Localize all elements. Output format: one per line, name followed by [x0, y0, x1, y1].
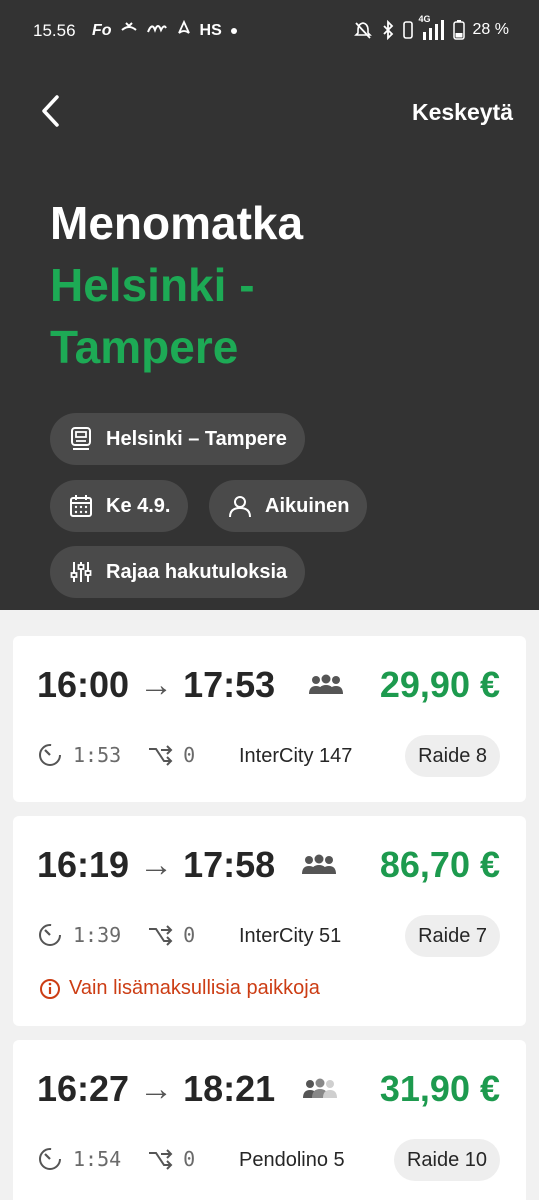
occupancy-icon [308, 674, 344, 701]
date-chip-label: Ke 4.9. [106, 494, 171, 517]
me-app-icon [146, 20, 168, 41]
departure-time: 16:19 [37, 844, 130, 885]
train-icon [68, 426, 94, 452]
result-times: 16:00 → 17:53 [37, 664, 275, 706]
duration-icon [37, 922, 63, 948]
passenger-chip[interactable]: Aikuinen [209, 480, 368, 532]
seat-warning: Vain lisämaksullisia paikkoja [39, 977, 320, 1000]
transfers-icon [147, 1148, 173, 1170]
result-card[interactable]: 16:00 → 17:53 29,90 € 1:53 0 InterCity 1… [13, 636, 526, 802]
info-icon [39, 978, 61, 1000]
arrival-time: 17:58 [183, 844, 276, 885]
price: 86,70 € [379, 844, 500, 885]
departure-time: 16:27 [37, 1068, 130, 1109]
transfers-count: 0 [183, 743, 196, 767]
dot-icon [230, 22, 238, 40]
occupancy-icon [301, 854, 337, 881]
arrow-right-icon: → [139, 1069, 174, 1108]
train-name: InterCity 147 [239, 745, 353, 767]
duration: 1:39 [73, 923, 122, 947]
refine-results-label: Rajaa hakutuloksia [106, 560, 288, 583]
airbnb-icon [176, 19, 192, 41]
result-card[interactable]: 16:27 → 18:21 31,90 € 1:54 0 Pendolino 5… [13, 1040, 526, 1200]
status-system-icons: 4G 28 % [353, 14, 509, 40]
status-notification-icons: Fo HS [92, 19, 238, 41]
bluetooth-icon [381, 20, 395, 40]
passenger-chip-label: Aikuinen [265, 494, 350, 517]
track-badge: Raide 7 [405, 915, 500, 957]
signal-icon: 4G [419, 14, 445, 40]
arrival-time: 18:21 [183, 1068, 276, 1109]
duration: 1:53 [73, 743, 122, 767]
vibrate-icon [402, 21, 413, 39]
arrow-right-icon: → [139, 845, 174, 884]
seat-warning-text: Vain lisämaksullisia paikkoja [69, 977, 320, 999]
duration: 1:54 [73, 1147, 122, 1171]
cancel-button[interactable]: Keskeytä [412, 99, 513, 126]
duration-icon [37, 1146, 63, 1172]
occupancy-icon [302, 1078, 338, 1105]
network-type: 4G [418, 14, 431, 24]
arrow-right-icon: → [139, 665, 174, 704]
route-chip-label: Helsinki – Tampere [106, 427, 287, 450]
track-badge: Raide 10 [393, 1139, 500, 1181]
page-title: Menomatka [50, 197, 304, 249]
result-meta: 1:53 0 [37, 742, 195, 768]
mute-icon [353, 20, 373, 40]
transfers-icon [147, 924, 173, 946]
transfers-icon [147, 744, 173, 766]
price: 29,90 € [379, 664, 500, 705]
train-name: Pendolino 5 [239, 1149, 345, 1171]
refine-results-chip[interactable]: Rajaa hakutuloksia [50, 546, 306, 598]
result-meta: 1:54 0 [37, 1146, 195, 1172]
arrival-time: 17:53 [183, 664, 276, 705]
status-bar: 15.56 Fo HS 4G 28 % [0, 0, 539, 62]
track-badge: Raide 8 [405, 735, 500, 777]
sliders-icon [68, 559, 94, 585]
route-title-line-2: Tampere [50, 321, 239, 373]
user-icon [227, 493, 253, 519]
hs-app-icon: HS [199, 21, 222, 39]
departure-time: 16:00 [37, 664, 130, 705]
route-chip[interactable]: Helsinki – Tampere [50, 413, 305, 465]
train-name: InterCity 51 [239, 925, 342, 947]
status-time: 15.56 [33, 21, 76, 40]
date-chip[interactable]: Ke 4.9. [50, 480, 189, 532]
price: 31,90 € [379, 1068, 500, 1109]
battery-percent: 28 % [472, 21, 509, 38]
fo-app-icon: Fo [92, 21, 112, 39]
battery-icon [452, 20, 465, 40]
back-button[interactable] [33, 92, 67, 130]
result-meta: 1:39 0 [37, 922, 195, 948]
duration-icon [37, 742, 63, 768]
result-times: 16:27 → 18:21 [37, 1068, 275, 1110]
calendar-icon [68, 493, 94, 519]
phone-missed-icon [120, 20, 138, 41]
route-title: Helsinki - Tampere [50, 254, 410, 378]
transfers-count: 0 [183, 923, 196, 947]
chevron-left-icon [42, 95, 59, 127]
result-card[interactable]: 16:19 → 17:58 86,70 € 1:39 0 InterCity 5… [13, 816, 526, 1026]
transfers-count: 0 [183, 1147, 196, 1171]
result-times: 16:19 → 17:58 [37, 844, 275, 886]
route-title-line-1: Helsinki - [50, 259, 255, 311]
